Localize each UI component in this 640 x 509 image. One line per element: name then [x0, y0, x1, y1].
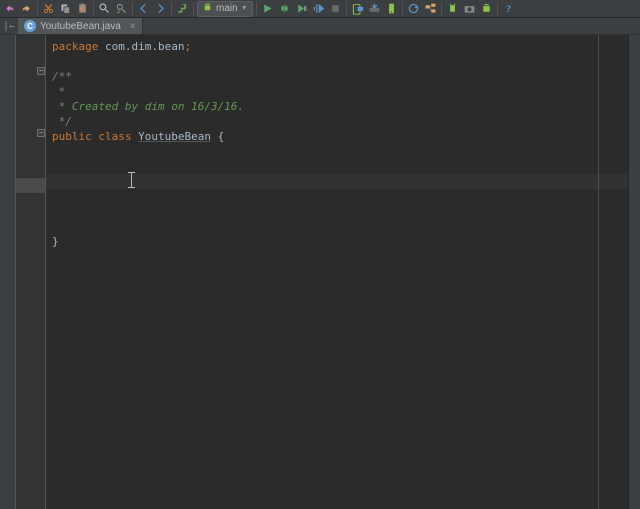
adb-icon[interactable] [445, 1, 460, 16]
sdk-manager-icon[interactable] [367, 1, 382, 16]
separator [441, 2, 442, 16]
close-tab-icon[interactable]: ✕ [129, 21, 137, 32]
attach-debugger-icon[interactable] [311, 1, 326, 16]
code-line: /** [46, 69, 628, 84]
right-margin-guide [598, 35, 599, 509]
editor-area: − − package com.dim.bean; /** * * Create… [0, 35, 640, 509]
find-icon[interactable] [97, 1, 112, 16]
redo-icon[interactable] [19, 1, 34, 16]
make-icon[interactable] [175, 1, 190, 16]
tool-window-stripe-left[interactable] [0, 35, 16, 509]
code-line: package com.dim.bean; [46, 39, 628, 54]
fold-toggle-icon[interactable]: − [37, 67, 45, 75]
run-config-selector[interactable]: main ▼ [197, 1, 253, 17]
forward-icon[interactable] [153, 1, 168, 16]
code-line: * [46, 84, 628, 99]
gutter-highlight [16, 178, 45, 193]
code-line: */ [46, 114, 628, 129]
ddms-icon[interactable] [384, 1, 399, 16]
code-line: public class YoutubeBean { [46, 129, 628, 144]
android-monitor-icon[interactable] [479, 1, 494, 16]
separator [346, 2, 347, 16]
android-icon [202, 2, 213, 16]
project-structure-icon[interactable] [423, 1, 438, 16]
code-line [46, 189, 628, 204]
code-line [46, 219, 628, 234]
code-line [46, 54, 628, 69]
chevron-down-icon: ▼ [241, 5, 248, 12]
avd-manager-icon[interactable] [350, 1, 365, 16]
back-icon[interactable] [136, 1, 151, 16]
separator [497, 2, 498, 16]
editor-tab-bar: |← C YoutubeBean.java ✕ [0, 18, 640, 35]
svg-text:?: ? [506, 4, 511, 15]
separator [132, 2, 133, 16]
run-icon[interactable] [260, 1, 275, 16]
code-line [46, 204, 628, 219]
run-config-label: main [216, 3, 238, 14]
separator [37, 2, 38, 16]
copy-icon[interactable] [58, 1, 73, 16]
stop-icon[interactable] [328, 1, 343, 16]
editor-gutter[interactable]: − − [16, 35, 46, 509]
code-line: } [46, 234, 628, 249]
run-coverage-icon[interactable] [294, 1, 309, 16]
tab-filename: YoutubeBean.java [40, 21, 121, 32]
sync-gradle-icon[interactable] [406, 1, 421, 16]
code-line [46, 144, 628, 159]
main-toolbar: main ▼ ? [0, 0, 640, 18]
replace-icon[interactable] [114, 1, 129, 16]
undo-icon[interactable] [2, 1, 17, 16]
paste-icon[interactable] [75, 1, 90, 16]
fold-toggle-icon[interactable]: − [37, 129, 45, 137]
text-cursor [131, 172, 132, 188]
class-file-icon: C [24, 20, 36, 32]
separator [256, 2, 257, 16]
help-icon[interactable]: ? [501, 1, 516, 16]
file-tab-active[interactable]: C YoutubeBean.java ✕ [18, 18, 143, 34]
code-editor[interactable]: package com.dim.bean; /** * * Created by… [46, 35, 628, 509]
error-stripe[interactable] [628, 35, 640, 509]
separator [171, 2, 172, 16]
hide-tool-window-icon[interactable]: |← [0, 18, 18, 34]
debug-icon[interactable] [277, 1, 292, 16]
cut-icon[interactable] [41, 1, 56, 16]
separator [93, 2, 94, 16]
capture-icon[interactable] [462, 1, 477, 16]
separator [193, 2, 194, 16]
separator [402, 2, 403, 16]
code-line: * Created by dim on 16/3/16. [46, 99, 628, 114]
